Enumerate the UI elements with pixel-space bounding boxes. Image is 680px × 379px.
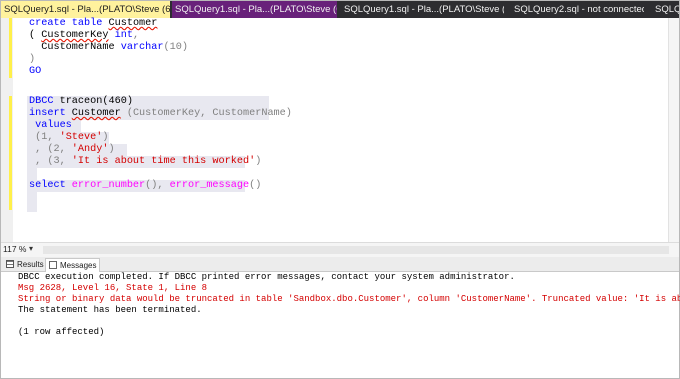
vertical-scrollbar[interactable] [668, 18, 679, 242]
error-message-line: String or binary data would be truncated… [18, 294, 680, 304]
chevron-down-icon[interactable]: ▾ [29, 244, 33, 253]
tab-label: SQLQuery2.sql - not connected [514, 4, 644, 15]
selection-highlight [27, 168, 37, 180]
selection-highlight [27, 192, 37, 212]
tab-sqlquery1-65[interactable]: SQLQuery1.sql - Pla...(PLATO\Steve (65))… [1, 1, 170, 18]
code-line-11: , (2, 'Andy') [29, 144, 115, 155]
query-editor[interactable]: create table Customer ( CustomerKey int,… [1, 18, 679, 242]
message-icon [49, 261, 57, 269]
tab-overflow[interactable]: SQLQ [655, 1, 679, 18]
editor-gutter [1, 18, 13, 242]
ssms-window: SQLQuery1.sql - Pla...(PLATO\Steve (65))… [0, 0, 680, 379]
code-line-14: select error_number(), error_message() [29, 180, 262, 191]
code-line-1: create table Customer [29, 18, 158, 29]
tab-sqlquery1-58[interactable]: SQLQuery1.sql - Pla...(PLATO\Steve (58)) [344, 1, 504, 18]
message-line: DBCC execution completed. If DBCC printe… [18, 272, 515, 282]
message-line: (1 row affected) [18, 327, 105, 337]
code-line-4: ) [29, 54, 36, 65]
tab-sqlquery2[interactable]: SQLQuery2.sql - not connected [514, 1, 644, 18]
tab-messages-label: Messages [60, 261, 97, 270]
tab-messages[interactable]: Messages [45, 258, 101, 272]
messages-pane[interactable]: DBCC execution completed. If DBCC printe… [1, 272, 680, 378]
horizontal-scrollbar[interactable] [43, 246, 669, 254]
tab-label: SQLQuery1.sql - Pla...(PLATO\Steve (65))… [4, 4, 170, 15]
tab-label: SQLQ [655, 4, 679, 15]
code-line-7: DBCC traceon(460) [29, 96, 133, 107]
zoom-bar: 117 % ▾ [1, 242, 679, 257]
tab-label: SQLQuery1.sql - Pla...(PLATO\Steve (62))… [175, 4, 337, 15]
grid-icon [6, 260, 14, 268]
tab-results[interactable]: Results [3, 258, 47, 271]
code-line-5: GO [29, 66, 42, 77]
error-message-line: Msg 2628, Level 16, State 1, Line 8 [18, 283, 208, 293]
change-marker [9, 18, 12, 78]
code-line-12: , (3, 'It is about time this worked') [29, 156, 262, 167]
tab-sqlquery1-62[interactable]: SQLQuery1.sql - Pla...(PLATO\Steve (62))… [172, 1, 337, 18]
code-line-8: insert Customer (CustomerKey, CustomerNa… [29, 108, 292, 119]
results-tab-strip: Results Messages [1, 257, 679, 272]
tab-results-label: Results [17, 260, 44, 269]
code-line-3: CustomerName varchar(10) [29, 42, 188, 53]
change-marker [9, 96, 12, 210]
tab-label: SQLQuery1.sql - Pla...(PLATO\Steve (58)) [344, 4, 504, 15]
zoom-level[interactable]: 117 % [3, 244, 26, 254]
code-line-9: values [29, 120, 72, 131]
message-line: The statement has been terminated. [18, 305, 202, 315]
document-tab-strip: SQLQuery1.sql - Pla...(PLATO\Steve (65))… [1, 1, 679, 18]
code-line-2: ( CustomerKey int, [29, 30, 140, 41]
code-line-10: (1, 'Steve') [29, 132, 109, 143]
